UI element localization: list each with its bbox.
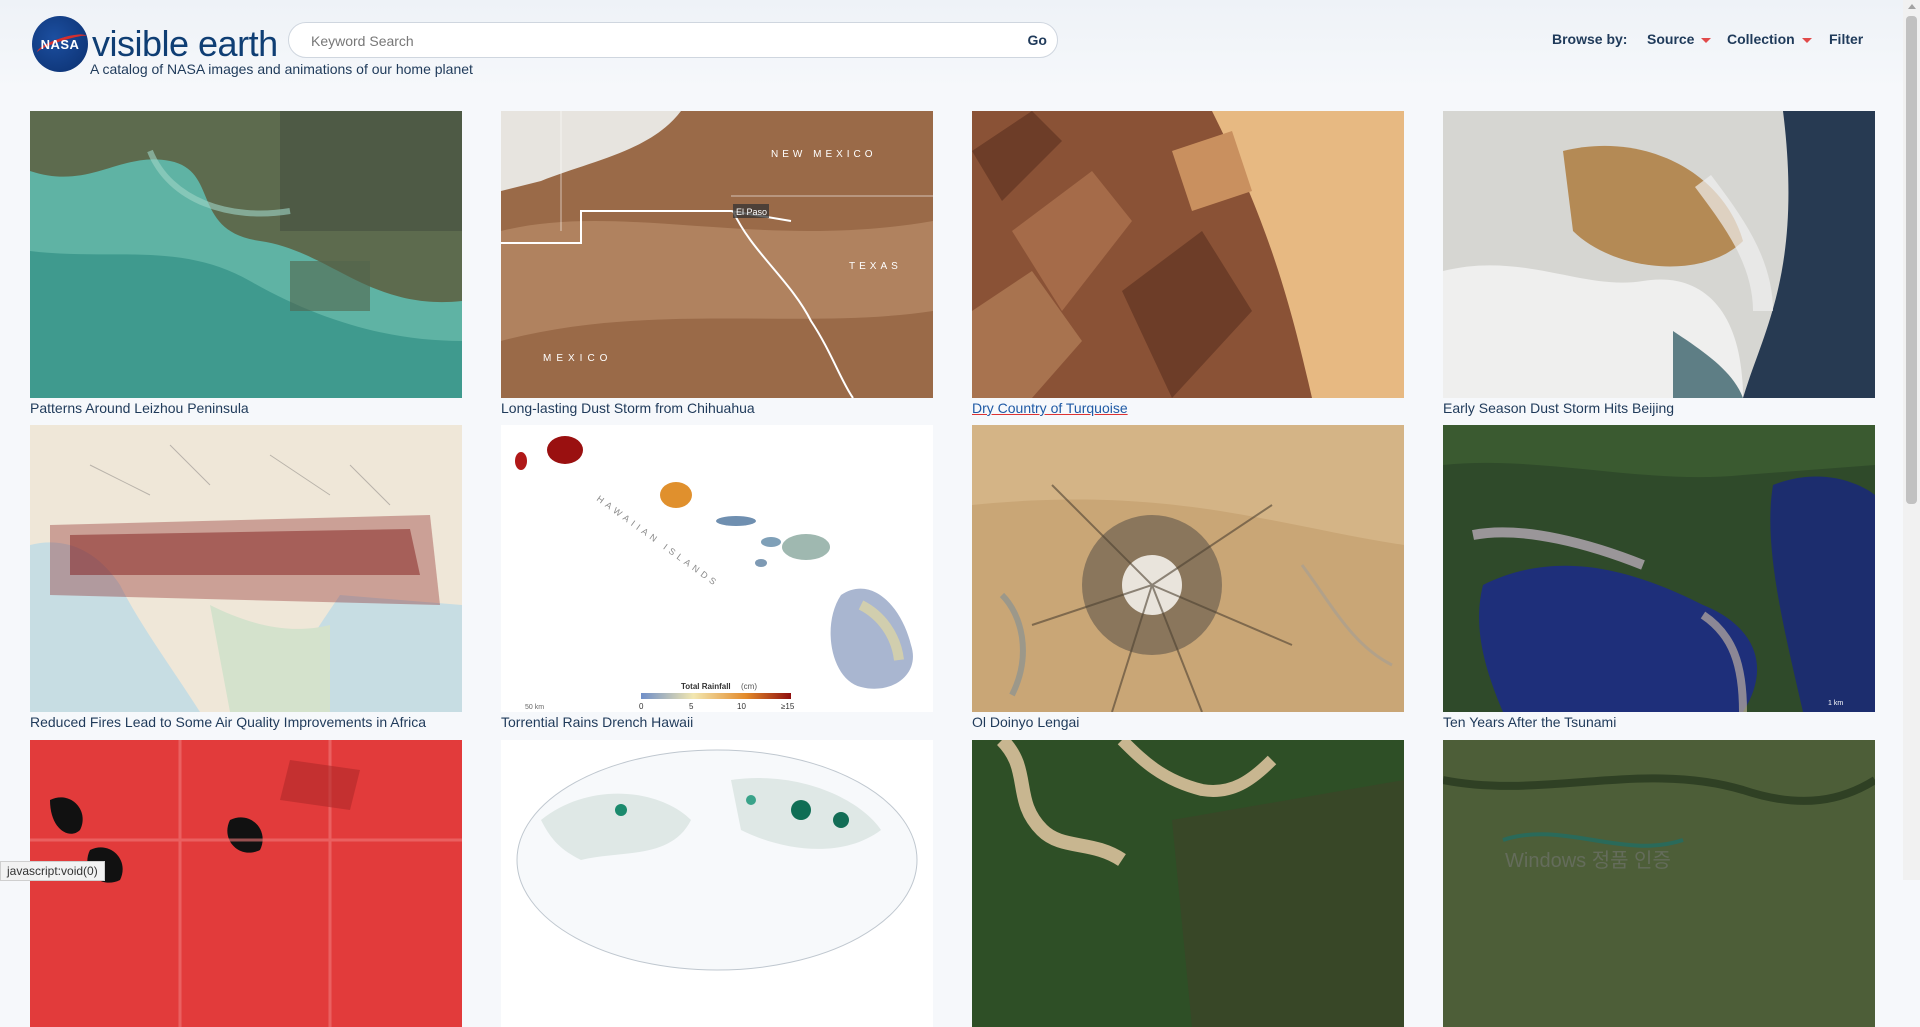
thumbnail-red-fields[interactable] xyxy=(30,740,462,1027)
legend-title: Total Rainfall xyxy=(681,682,731,691)
thumbnail-chihuahua[interactable]: El Paso NEW MEXICO TEXAS MEXICO xyxy=(501,111,933,398)
meatball-text: NASA xyxy=(40,36,80,52)
windows-activation-watermark: Windows 정품 인증 xyxy=(1505,850,1671,872)
image-card[interactable]: Ol Doinyo Lengai xyxy=(972,425,1404,730)
browse-by-label: Browse by: xyxy=(1552,31,1628,47)
card-caption[interactable]: Ol Doinyo Lengai xyxy=(972,714,1404,730)
legend-tick: ≥15 xyxy=(781,702,795,711)
thumbnail-hawaii-rain[interactable]: HAWAIIAN ISLANDS Total Rainfall (cm) 0 5… xyxy=(501,425,933,712)
status-bar: javascript:void(0) xyxy=(0,861,105,881)
thumbnail-turquoise[interactable] xyxy=(972,111,1404,398)
card-caption[interactable]: Reduced Fires Lead to Some Air Quality I… xyxy=(30,714,462,730)
thumbnail-ol-doinyo-lengai[interactable] xyxy=(972,425,1404,712)
legend-tick: 10 xyxy=(737,702,746,711)
thumbnail-green-terrain[interactable] xyxy=(1443,740,1875,1027)
image-card[interactable] xyxy=(972,740,1404,1027)
search-bar: Go xyxy=(288,22,1058,58)
thumbnail-river-forest[interactable] xyxy=(972,740,1404,1027)
scale-label: 50 km xyxy=(525,704,544,711)
image-card[interactable]: Dry Country of Turquoise xyxy=(972,111,1404,416)
caret-down-icon xyxy=(1701,37,1712,43)
map-label-el-paso: El Paso xyxy=(736,207,767,217)
image-card[interactable]: El Paso NEW MEXICO TEXAS MEXICO Long-las… xyxy=(501,111,933,416)
card-caption[interactable]: Dry Country of Turquoise xyxy=(972,400,1404,416)
thumbnail-beijing[interactable] xyxy=(1443,111,1875,398)
search-input[interactable] xyxy=(309,29,993,53)
thumbnail-africa-fires[interactable] xyxy=(30,425,462,712)
image-card[interactable]: 1 km Ten Years After the Tsunami xyxy=(1443,425,1875,730)
card-caption[interactable]: Patterns Around Leizhou Peninsula xyxy=(30,400,462,416)
legend-tick: 5 xyxy=(689,702,694,711)
nasa-meatball-icon: NASA xyxy=(32,16,88,72)
image-card[interactable]: Early Season Dust Storm Hits Beijing xyxy=(1443,111,1875,416)
card-caption[interactable]: Early Season Dust Storm Hits Beijing xyxy=(1443,400,1875,416)
thumbnail-tsunami[interactable]: 1 km xyxy=(1443,425,1875,712)
collection-label: Collection xyxy=(1727,31,1795,47)
image-card[interactable]: Patterns Around Leizhou Peninsula xyxy=(30,111,462,416)
scrollbar-thumb[interactable] xyxy=(1906,16,1917,504)
image-card[interactable] xyxy=(1443,740,1875,1027)
rainfall-legend-bar xyxy=(641,693,791,699)
thumbnail-leizhou[interactable] xyxy=(30,111,462,398)
filter-button[interactable]: Filter xyxy=(1829,31,1863,47)
map-label-mexico: MEXICO xyxy=(543,353,612,364)
map-label-new-mexico: NEW MEXICO xyxy=(771,149,877,160)
map-label-texas: TEXAS xyxy=(849,261,902,272)
card-caption[interactable]: Long-lasting Dust Storm from Chihuahua xyxy=(501,400,933,416)
site-header: NASA visible earth A catalog of NASA ima… xyxy=(0,0,1920,90)
card-caption[interactable]: Ten Years After the Tsunami xyxy=(1443,714,1875,730)
scale-label: 1 km xyxy=(1828,700,1843,707)
scroll-up-arrow-icon[interactable] xyxy=(1908,4,1916,9)
source-dropdown[interactable]: Source xyxy=(1647,31,1712,47)
logo-text: visible earth xyxy=(92,23,278,64)
thumbnail-world-map[interactable] xyxy=(501,740,933,1027)
card-caption[interactable]: Torrential Rains Drench Hawaii xyxy=(501,714,933,730)
source-label: Source xyxy=(1647,31,1695,47)
image-card[interactable]: Reduced Fires Lead to Some Air Quality I… xyxy=(30,425,462,730)
site-tagline: A catalog of NASA images and animations … xyxy=(90,61,473,77)
search-go-button[interactable]: Go xyxy=(1028,32,1047,48)
caret-down-icon xyxy=(1801,37,1812,43)
image-card[interactable] xyxy=(30,740,462,1027)
collection-dropdown[interactable]: Collection xyxy=(1727,31,1812,47)
image-card[interactable]: HAWAIIAN ISLANDS Total Rainfall (cm) 0 5… xyxy=(501,425,933,730)
legend-tick: 0 xyxy=(639,702,644,711)
image-card[interactable] xyxy=(501,740,933,1027)
legend-unit: (cm) xyxy=(741,682,757,691)
vertical-scrollbar[interactable] xyxy=(1903,0,1920,880)
